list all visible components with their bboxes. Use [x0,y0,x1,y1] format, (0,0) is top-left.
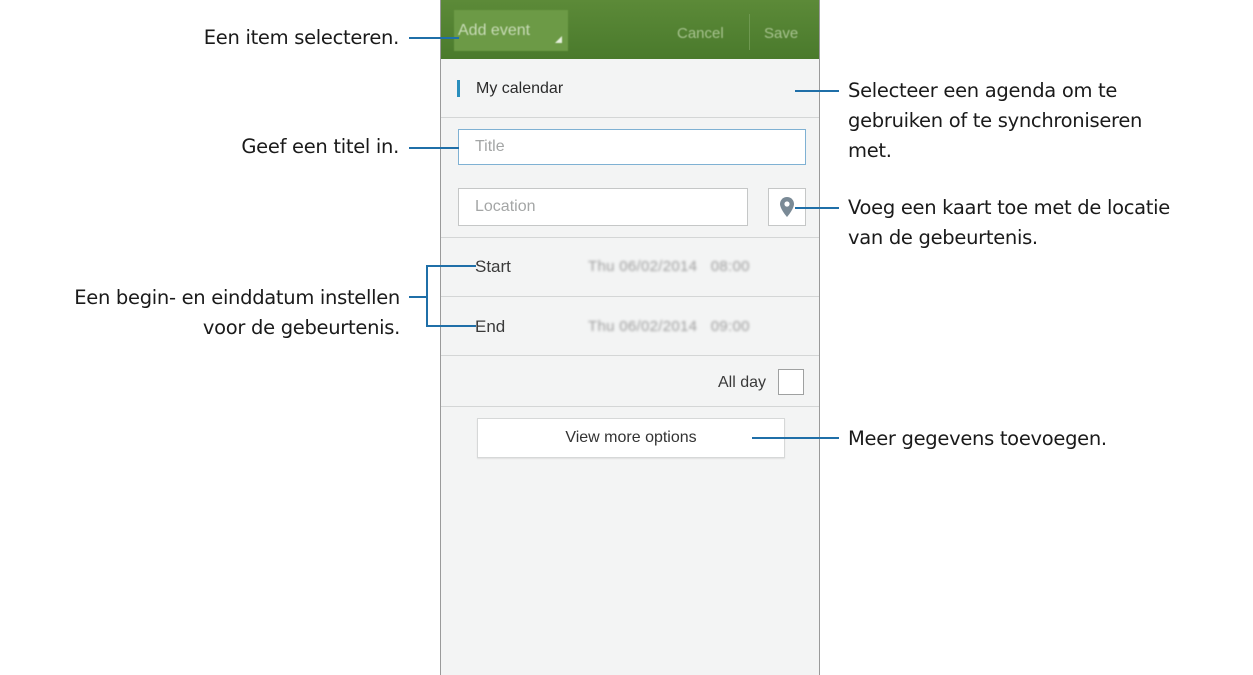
leader-line [795,90,839,92]
leader-line [426,325,476,327]
leader-line [409,296,427,298]
callout-more: Meer gegevens toevoegen. [848,427,1107,450]
divider [441,237,819,238]
event-type-label: Add event [458,22,531,39]
allday-label: All day [718,374,767,391]
leader-line [409,147,459,149]
divider [441,296,819,297]
view-more-options-button[interactable]: View more options [477,418,785,458]
cancel-button[interactable]: Cancel [677,0,724,59]
title-input[interactable]: Title [458,129,806,165]
callout-date-line1: Een begin- en einddatum instellen [74,286,400,309]
callout-map-line2: van de gebeurtenis. [848,226,1038,249]
actionbar-divider [749,14,750,50]
callout-date-line2: voor de gebeurtenis. [202,316,400,339]
map-pin-icon [780,197,794,217]
calendar-label: My calendar [476,80,564,97]
location-placeholder: Location [475,198,536,215]
end-label: End [475,317,506,336]
callout-enter-title: Geef een titel in. [241,135,399,158]
start-label: Start [475,257,511,276]
leader-line [752,437,839,439]
leader-line [795,207,839,209]
dropdown-corner-icon [555,36,562,43]
calendar-selector[interactable]: My calendar [441,59,819,118]
start-datetime[interactable]: Thu 06/02/2014 08:00 [588,258,750,275]
end-datetime[interactable]: Thu 06/02/2014 09:00 [588,318,750,335]
action-bar: Add event Cancel Save [441,0,819,59]
callout-select-item: Een item selecteren. [203,26,400,49]
callout-calendar-line1: Selecteer een agenda om te [848,79,1118,102]
allday-checkbox[interactable] [778,369,804,395]
leader-line [409,37,459,39]
calendar-color-bar [457,80,460,97]
divider [441,406,819,407]
title-placeholder: Title [475,138,505,155]
save-button[interactable]: Save [764,0,798,59]
phone-screen: Add event Cancel Save My calendar Title … [440,0,820,675]
leader-line [426,265,476,267]
callout-map-line1: Voeg een kaart toe met de locatie [848,196,1170,219]
event-type-dropdown[interactable]: Add event [454,10,568,51]
location-input[interactable]: Location [458,188,748,226]
callout-calendar-line3: met. [848,139,892,162]
divider [441,355,819,356]
callout-calendar-line2: gebruiken of te synchroniseren [848,109,1143,132]
